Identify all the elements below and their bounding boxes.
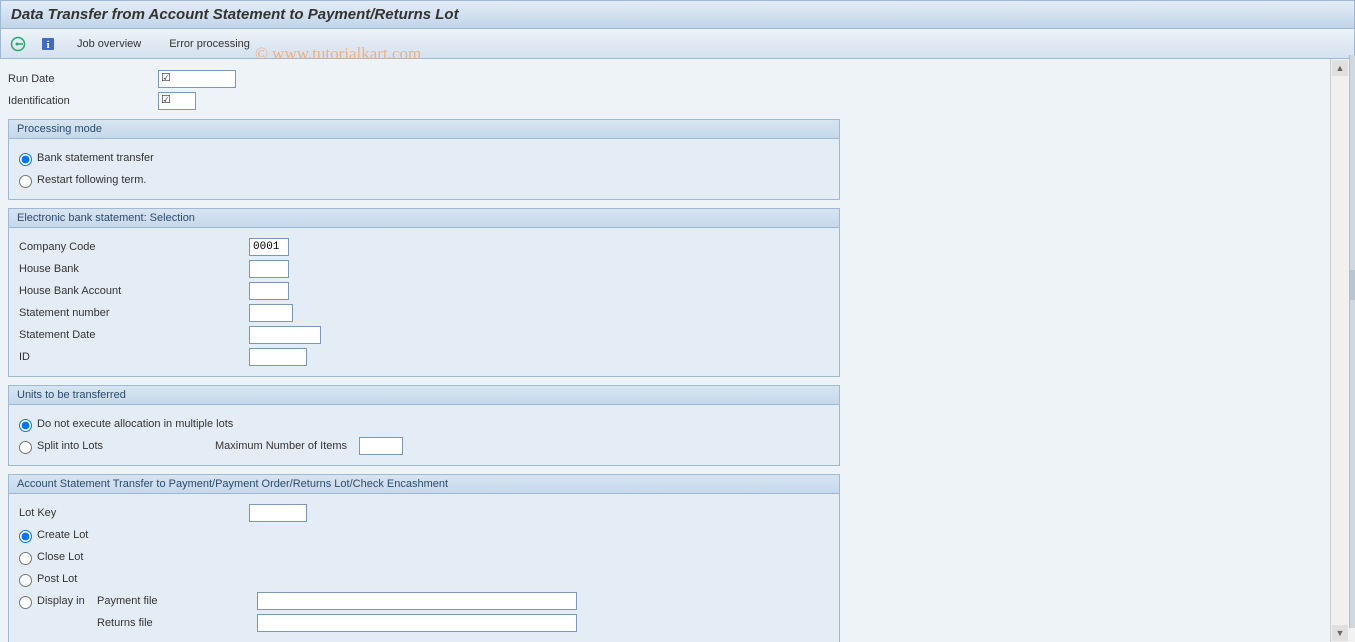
create-lot-label: Create Lot — [37, 529, 88, 541]
no-multiple-lots-radio[interactable] — [19, 419, 32, 432]
max-items-input[interactable] — [359, 437, 403, 455]
post-lot-label: Post Lot — [37, 573, 77, 585]
scroll-up-icon[interactable]: ▲ — [1332, 60, 1348, 76]
info-icon[interactable]: i — [39, 35, 57, 53]
split-into-lots-label: Split into Lots — [37, 440, 215, 452]
payment-file-label: Payment file — [97, 595, 257, 607]
house-bank-account-label: House Bank Account — [19, 285, 249, 297]
main-content: Run Date ☑ Identification ☑ Processing m… — [0, 59, 1330, 642]
bank-statement-transfer-radio[interactable] — [19, 153, 32, 166]
right-resize-strip — [1349, 55, 1355, 628]
house-bank-input[interactable] — [249, 260, 289, 278]
processing-mode-title: Processing mode — [9, 120, 839, 139]
no-multiple-lots-label: Do not execute allocation in multiple lo… — [37, 418, 233, 430]
scroll-down-icon[interactable]: ▼ — [1332, 625, 1348, 641]
id-input[interactable] — [249, 348, 307, 366]
run-date-input[interactable]: ☑ — [158, 70, 236, 88]
run-date-label: Run Date — [8, 73, 158, 85]
lot-key-label: Lot Key — [19, 507, 249, 519]
transfer-title: Account Statement Transfer to Payment/Pa… — [9, 475, 839, 494]
statement-number-label: Statement number — [19, 307, 249, 319]
resize-handle-icon[interactable] — [1350, 270, 1355, 300]
house-bank-account-input[interactable] — [249, 282, 289, 300]
error-processing-button[interactable]: Error processing — [161, 36, 258, 52]
statement-date-label: Statement Date — [19, 329, 249, 341]
application-toolbar: i Job overview Error processing — [0, 29, 1355, 59]
display-in-label: Display in — [37, 595, 97, 607]
execute-icon[interactable] — [9, 35, 27, 53]
close-lot-label: Close Lot — [37, 551, 83, 563]
payment-file-input[interactable] — [257, 592, 577, 610]
company-code-label: Company Code — [19, 241, 249, 253]
statement-date-input[interactable] — [249, 326, 321, 344]
display-in-radio[interactable] — [19, 596, 32, 609]
bank-statement-transfer-label: Bank statement transfer — [37, 152, 154, 164]
post-lot-radio[interactable] — [19, 574, 32, 587]
create-lot-radio[interactable] — [19, 530, 32, 543]
units-title: Units to be transferred — [9, 386, 839, 405]
units-group: Units to be transferred Do not execute a… — [8, 385, 840, 466]
close-lot-radio[interactable] — [19, 552, 32, 565]
svg-text:i: i — [46, 39, 49, 51]
transfer-group: Account Statement Transfer to Payment/Pa… — [8, 474, 840, 642]
processing-mode-group: Processing mode Bank statement transfer … — [8, 119, 840, 200]
returns-file-label: Returns file — [97, 617, 257, 629]
window-title-bar: Data Transfer from Account Statement to … — [0, 0, 1355, 29]
company-code-input[interactable] — [249, 238, 289, 256]
id-label: ID — [19, 351, 249, 363]
max-items-label: Maximum Number of Items — [215, 440, 347, 452]
ebs-selection-group: Electronic bank statement: Selection Com… — [8, 208, 840, 377]
page-title: Data Transfer from Account Statement to … — [11, 6, 459, 23]
lot-key-input[interactable] — [249, 504, 307, 522]
vertical-scrollbar[interactable]: ▲ ▼ — [1330, 59, 1348, 642]
house-bank-label: House Bank — [19, 263, 249, 275]
identification-input[interactable]: ☑ — [158, 92, 196, 110]
restart-following-term-label: Restart following term. — [37, 174, 146, 186]
restart-following-term-radio[interactable] — [19, 175, 32, 188]
statement-number-input[interactable] — [249, 304, 293, 322]
identification-label: Identification — [8, 95, 158, 107]
ebs-selection-title: Electronic bank statement: Selection — [9, 209, 839, 228]
job-overview-button[interactable]: Job overview — [69, 36, 149, 52]
returns-file-input[interactable] — [257, 614, 577, 632]
required-check-icon: ☑ — [161, 71, 171, 84]
split-into-lots-radio[interactable] — [19, 441, 32, 454]
required-check-icon: ☑ — [161, 93, 171, 106]
